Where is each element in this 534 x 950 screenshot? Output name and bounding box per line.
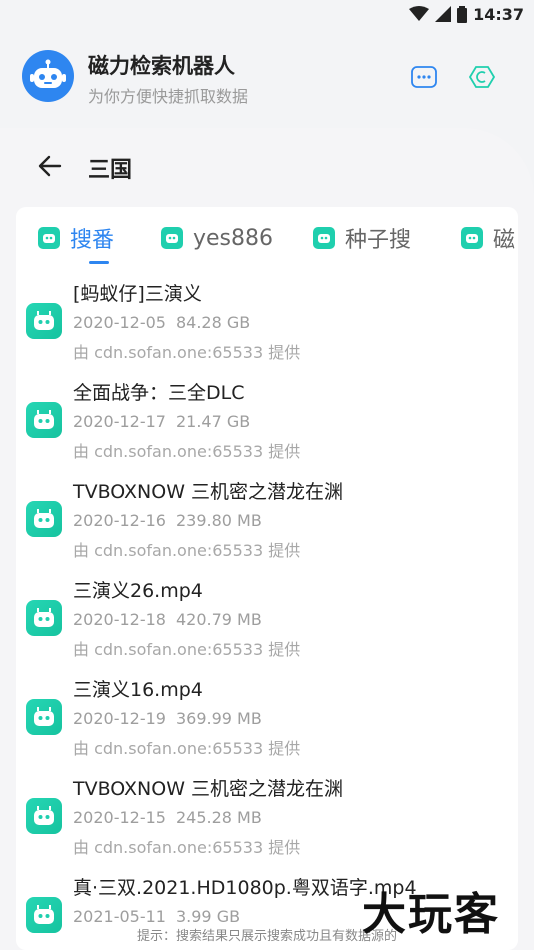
result-meta: 2020-12-19 369.99 MB xyxy=(73,709,262,728)
results-panel: 搜番 yes886 种子搜 磁 [蚂蚁仔]三演义 2020-12-05 84.28 … xyxy=(16,207,518,950)
robot-file-icon xyxy=(26,699,62,735)
result-size: 369.99 MB xyxy=(175,709,262,728)
page-header: 三国 xyxy=(0,146,534,190)
tab-sofan[interactable]: 搜番 xyxy=(38,221,114,255)
result-date: 2020-12-18 xyxy=(73,610,166,629)
robot-file-icon xyxy=(26,402,62,438)
result-title: 三演义16.mp4 xyxy=(73,679,203,701)
result-source: 由 cdn.sofan.one:65533 提供 xyxy=(73,640,301,659)
tab-label: 搜番 xyxy=(70,228,115,253)
result-item[interactable]: 三演义26.mp4 2020-12-18 420.79 MB 由 cdn.sofan.… xyxy=(16,576,518,675)
result-meta: 2021-05-11 3.99 GB xyxy=(73,907,240,926)
tab-label: 种子搜 xyxy=(345,228,412,253)
tab-label: yes886 xyxy=(193,225,274,251)
result-date: 2020-12-15 xyxy=(73,808,166,827)
result-meta: 2020-12-05 84.28 GB xyxy=(73,313,250,332)
result-item[interactable]: TVBOXNOW 三机密之潜龙在渊 2020-12-16 239.80 MB 由 cd… xyxy=(16,477,518,576)
robot-avatar-icon xyxy=(22,50,74,102)
more-button[interactable] xyxy=(409,62,439,92)
tab-label: 磁 xyxy=(493,228,516,253)
signal-icon xyxy=(435,6,452,22)
result-title: TVBOXNOW 三机密之潜龙在渊 xyxy=(73,481,344,503)
result-source: 由 cdn.sofan.one:65533 提供 xyxy=(73,739,301,758)
result-title: TVBOXNOW 三机密之潜龙在渊 xyxy=(73,778,344,800)
result-size: 3.99 GB xyxy=(175,907,241,926)
result-source: 由 cdn.sofan.one:65533 提供 xyxy=(73,343,301,362)
robot-icon xyxy=(38,227,60,249)
status-time: 14:37 xyxy=(473,4,524,24)
app-title: 磁力检索机器人 xyxy=(88,54,235,78)
page-title: 三国 xyxy=(88,158,133,183)
result-source: 由 cdn.sofan.one:65533 提供 xyxy=(73,442,301,461)
result-size: 84.28 GB xyxy=(175,313,251,332)
result-meta: 2020-12-15 245.28 MB xyxy=(73,808,262,827)
result-date: 2020-12-16 xyxy=(73,511,166,530)
result-source: 由 cdn.sofan.one:65533 提供 xyxy=(73,541,301,560)
source-tabs: 搜番 yes886 种子搜 磁 xyxy=(16,207,518,267)
battery-icon xyxy=(457,5,468,23)
watermark-logo: 大玩客 xyxy=(362,889,500,940)
result-date: 2020-12-05 xyxy=(73,313,166,332)
result-item[interactable]: 全面战争：三全DLC 2020-12-17 21.47 GB 由 cdn.sofan.… xyxy=(16,378,518,477)
robot-file-icon xyxy=(26,798,62,834)
result-size: 21.47 GB xyxy=(175,412,251,431)
robot-file-icon xyxy=(26,501,62,537)
result-item[interactable]: TVBOXNOW 三机密之潜龙在渊 2020-12-15 245.28 MB 由 cd… xyxy=(16,774,518,873)
result-title: [蚂蚁仔]三演义 xyxy=(73,283,202,305)
result-source: 由 cdn.sofan.one:65533 提供 xyxy=(73,838,301,857)
tab-zhongzisou[interactable]: 种子搜 xyxy=(313,221,411,255)
result-title: 三演义26.mp4 xyxy=(73,580,203,602)
result-title: 全面战争：三全DLC xyxy=(73,382,245,404)
tab-yes886[interactable]: yes886 xyxy=(161,221,273,255)
result-item[interactable]: [蚂蚁仔]三演义 2020-12-05 84.28 GB 由 cdn.sofan.on… xyxy=(16,279,518,378)
result-item[interactable]: 三演义16.mp4 2020-12-19 369.99 MB 由 cdn.sofan.… xyxy=(16,675,518,774)
more-dots-icon xyxy=(411,66,437,88)
result-meta: 2020-12-16 239.80 MB xyxy=(73,511,262,530)
robot-icon xyxy=(313,227,335,249)
settings-button[interactable] xyxy=(467,62,497,92)
wifi-icon xyxy=(409,6,430,22)
app-header: 磁力检索机器人 为你方便快捷抓取数据 xyxy=(0,40,534,120)
result-date: 2020-12-17 xyxy=(73,412,166,431)
result-size: 239.80 MB xyxy=(175,511,262,530)
back-arrow-icon xyxy=(38,155,62,177)
result-meta: 2020-12-18 420.79 MB xyxy=(73,610,262,629)
result-meta: 2020-12-17 21.47 GB xyxy=(73,412,250,431)
result-size: 420.79 MB xyxy=(175,610,262,629)
hexagon-settings-icon xyxy=(469,66,495,88)
status-bar: 14:37 xyxy=(0,0,534,28)
robot-icon xyxy=(161,227,183,249)
robot-file-icon xyxy=(26,303,62,339)
active-tab-indicator xyxy=(89,261,109,264)
robot-icon xyxy=(461,227,483,249)
robot-file-icon xyxy=(26,600,62,636)
app-subtitle: 为你方便快捷抓取数据 xyxy=(88,87,249,106)
result-date: 2021-05-11 xyxy=(73,907,166,926)
result-date: 2020-12-19 xyxy=(73,709,166,728)
tab-ci[interactable]: 磁 xyxy=(461,221,515,255)
result-size: 245.28 MB xyxy=(175,808,262,827)
back-button[interactable] xyxy=(36,152,64,180)
